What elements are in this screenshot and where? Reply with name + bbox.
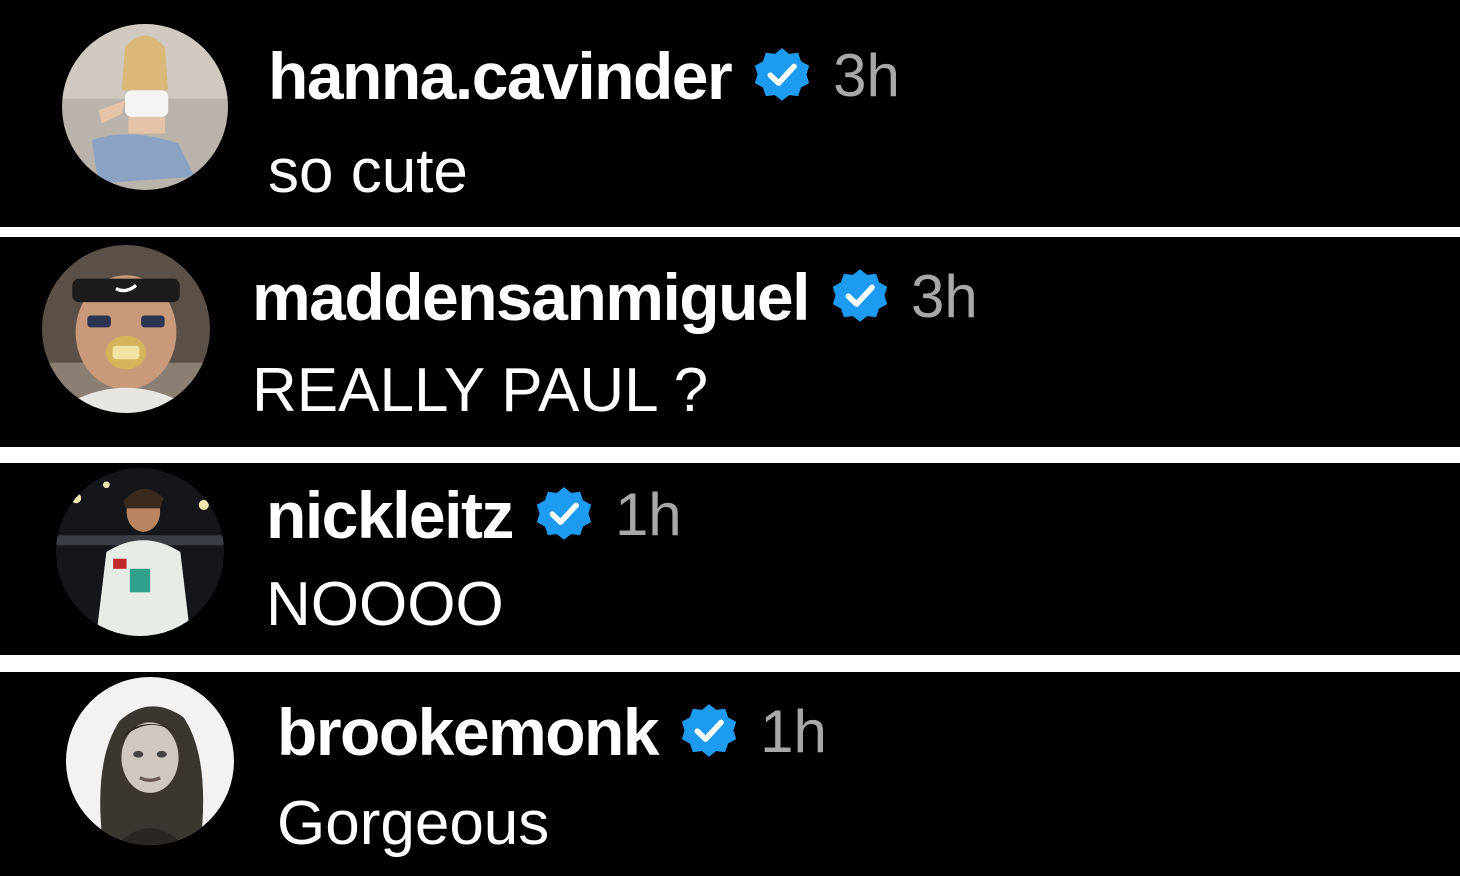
username[interactable]: maddensanmiguel	[252, 259, 810, 335]
comment-text: Gorgeous	[277, 789, 550, 858]
username[interactable]: brookemonk	[277, 694, 660, 770]
comment-item: hanna.cavinder 3h so cute	[0, 0, 1460, 227]
verified-badge-icon	[829, 266, 891, 328]
avatar[interactable]	[62, 24, 228, 190]
comment-item: nickleitz 1h NOOOO	[0, 463, 1460, 655]
avatar[interactable]	[66, 677, 234, 845]
comment-header: brookemonk 1h	[277, 694, 827, 770]
verified-badge-icon	[533, 484, 595, 546]
comment-item: maddensanmiguel 3h REALLY PAUL ?	[0, 237, 1460, 447]
avatar[interactable]	[42, 245, 210, 413]
comment-item: brookemonk 1h Gorgeous	[0, 672, 1460, 876]
username[interactable]: hanna.cavinder	[268, 38, 733, 114]
verified-badge-icon	[678, 701, 740, 763]
timestamp: 3h	[833, 42, 900, 109]
timestamp: 3h	[910, 263, 978, 330]
avatar[interactable]	[56, 468, 224, 636]
comment-text: so cute	[268, 137, 468, 206]
verified-badge-icon	[751, 45, 813, 107]
comment-text: REALLY PAUL ?	[252, 356, 709, 425]
timestamp: 1h	[760, 698, 827, 765]
comment-header: maddensanmiguel 3h	[252, 259, 978, 335]
comment-header: hanna.cavinder 3h	[268, 38, 900, 114]
comment-header: nickleitz 1h	[266, 477, 682, 553]
comment-text: NOOOO	[266, 570, 504, 639]
username[interactable]: nickleitz	[266, 477, 514, 553]
timestamp: 1h	[614, 481, 682, 548]
